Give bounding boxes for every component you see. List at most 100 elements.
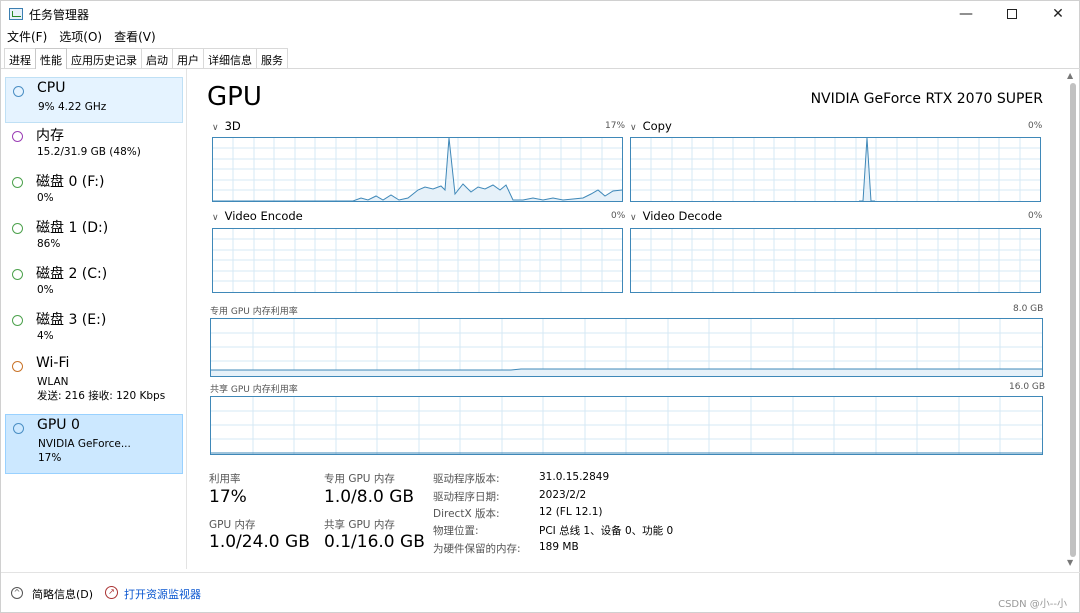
driver-version-key: 驱动程序版本:	[433, 473, 500, 485]
resource-monitor-icon[interactable]: ↗	[105, 586, 118, 599]
memory-status-icon	[12, 131, 23, 142]
scroll-down-icon[interactable]: ▼	[1067, 558, 1073, 567]
graph-3d	[212, 137, 623, 202]
disk-status-icon	[12, 223, 23, 234]
close-icon: ✕	[1052, 6, 1064, 22]
sidebar-item-disk2[interactable]: 磁盘 2 (C:) 0%	[5, 261, 183, 307]
sidebar-item-label: 磁盘 3 (E:)	[36, 312, 107, 328]
graph-decode-label[interactable]: ∨ Video Decode	[630, 209, 722, 223]
page-title: GPU	[207, 82, 262, 112]
chevron-down-icon: ∨	[630, 123, 637, 133]
graph-copy-plot	[631, 138, 1040, 201]
fewer-details-button[interactable]: 简略信息(D)	[32, 586, 93, 602]
minimize-button[interactable]: —	[943, 1, 989, 27]
physical-location-value: PCI 总线 1、设备 0、功能 0	[539, 525, 674, 537]
gpu-memory-label: GPU 内存	[209, 519, 256, 531]
sidebar-item-label: CPU	[37, 80, 66, 96]
chevron-up-icon[interactable]: ^	[11, 587, 23, 599]
open-resource-monitor-link[interactable]: 打开资源监视器	[124, 586, 201, 602]
maximize-button[interactable]	[989, 1, 1035, 27]
dedicated-mem-max: 8.0 GB	[1013, 304, 1044, 314]
graph-video-encode	[212, 228, 623, 293]
sidebar-item-detail: WLAN 发送: 216 接收: 120 Kbps	[37, 376, 166, 402]
sidebar-item-memory[interactable]: 内存 15.2/31.9 GB (48%)	[5, 123, 183, 169]
shared-gpu-mem-value: 0.1/16.0 GB	[324, 532, 425, 552]
scroll-up-icon[interactable]: ▲	[1067, 71, 1073, 80]
sidebar-item-detail: 86%	[37, 238, 61, 250]
sidebar-item-label: 磁盘 1 (D:)	[36, 220, 109, 236]
tab-app-history[interactable]: 应用历史记录	[66, 48, 142, 68]
sidebar-item-detail: 4%	[37, 330, 54, 342]
graph-dedicated-memory	[210, 318, 1043, 377]
tab-details[interactable]: 详细信息	[203, 48, 257, 68]
sidebar-item-label: GPU 0	[37, 417, 80, 433]
sidebar-item-detail: NVIDIA GeForce... 17%	[38, 438, 131, 464]
graph-3d-plot	[213, 138, 622, 201]
utilization-label: 利用率	[209, 473, 241, 485]
sidebar-item-detail: 0%	[37, 192, 54, 204]
graph-decode-value: 0%	[1028, 211, 1043, 221]
maximize-icon	[1007, 9, 1017, 19]
menu-options[interactable]: 选项(O)	[53, 27, 108, 45]
sidebar-item-label: 磁盘 0 (F:)	[36, 174, 105, 190]
tab-performance[interactable]: 性能	[35, 48, 67, 69]
task-manager-window: 任务管理器 — ✕ 文件(F) 选项(O) 查看(V) 进程 性能 应用历史记录…	[0, 0, 1080, 613]
directx-version-key: DirectX 版本:	[433, 508, 500, 520]
graph-shared-memory	[210, 396, 1043, 455]
sidebar-item-gpu0[interactable]: GPU 0 NVIDIA GeForce... 17%	[5, 414, 183, 474]
menu-view[interactable]: 查看(V)	[108, 27, 162, 45]
graph-copy-label[interactable]: ∨ Copy	[630, 119, 672, 133]
dedicated-gpu-mem-label: 专用 GPU 内存	[324, 473, 395, 485]
wifi-status-icon	[12, 361, 23, 372]
cpu-status-icon	[13, 86, 24, 97]
shared-mem-label: 共享 GPU 内存利用率	[210, 385, 298, 395]
sidebar-item-detail: 9% 4.22 GHz	[38, 101, 107, 113]
chevron-down-icon: ∨	[212, 123, 219, 133]
graph-copy	[630, 137, 1041, 202]
gpu-status-icon	[13, 423, 24, 434]
directx-version-value: 12 (FL 12.1)	[539, 506, 603, 518]
tab-startup[interactable]: 启动	[141, 48, 173, 68]
chevron-down-icon: ∨	[630, 213, 637, 223]
gpu-model-name: NVIDIA GeForce RTX 2070 SUPER	[810, 91, 1043, 107]
tab-processes[interactable]: 进程	[4, 48, 36, 68]
graph-encode-label[interactable]: ∨ Video Encode	[212, 209, 303, 223]
sidebar-item-disk3[interactable]: 磁盘 3 (E:) 4%	[5, 307, 183, 353]
graph-encode-value: 0%	[611, 211, 626, 221]
dedicated-mem-label: 专用 GPU 内存利用率	[210, 307, 298, 317]
disk-status-icon	[12, 269, 23, 280]
graph-3d-label[interactable]: ∨ 3D	[212, 119, 241, 133]
sidebar-item-cpu[interactable]: CPU 9% 4.22 GHz	[5, 77, 183, 123]
physical-location-key: 物理位置:	[433, 525, 479, 537]
graph-copy-value: 0%	[1028, 121, 1043, 131]
sidebar-item-wifi[interactable]: Wi-Fi WLAN 发送: 216 接收: 120 Kbps	[5, 353, 183, 409]
sidebar-item-label: Wi-Fi	[36, 355, 70, 371]
title-bar: 任务管理器 — ✕	[1, 1, 1080, 27]
sidebar-item-disk1[interactable]: 磁盘 1 (D:) 86%	[5, 215, 183, 261]
graph-decode-plot	[631, 229, 1040, 292]
dedicated-gpu-mem-value: 1.0/8.0 GB	[324, 487, 415, 507]
tab-bar: 进程 性能 应用历史记录 启动 用户 详细信息 服务	[4, 48, 288, 69]
graph-dedicated-plot	[211, 319, 1042, 376]
task-manager-icon	[9, 8, 23, 20]
utilization-value: 17%	[209, 487, 247, 507]
driver-date-key: 驱动程序日期:	[433, 491, 500, 503]
sidebar-item-disk0[interactable]: 磁盘 0 (F:) 0%	[5, 169, 183, 215]
driver-version-value: 31.0.15.2849	[539, 471, 610, 483]
resource-sidebar: CPU 9% 4.22 GHz 内存 15.2/31.9 GB (48%) 磁盘…	[1, 69, 187, 569]
vertical-scrollbar-thumb[interactable]	[1070, 83, 1076, 557]
tab-users[interactable]: 用户	[172, 48, 204, 68]
disk-status-icon	[12, 315, 23, 326]
tab-services[interactable]: 服务	[256, 48, 288, 68]
graph-shared-plot	[211, 397, 1042, 454]
sidebar-item-detail: 15.2/31.9 GB (48%)	[37, 146, 141, 158]
close-button[interactable]: ✕	[1035, 1, 1080, 27]
graph-encode-plot	[213, 229, 622, 292]
sidebar-item-label: 内存	[36, 128, 64, 144]
menu-file[interactable]: 文件(F)	[1, 27, 53, 45]
shared-mem-max: 16.0 GB	[1009, 382, 1046, 392]
chevron-down-icon: ∨	[212, 213, 219, 223]
menu-bar: 文件(F) 选项(O) 查看(V)	[1, 27, 162, 45]
sidebar-item-label: 磁盘 2 (C:)	[36, 266, 108, 282]
reserved-memory-value: 189 MB	[539, 541, 579, 553]
